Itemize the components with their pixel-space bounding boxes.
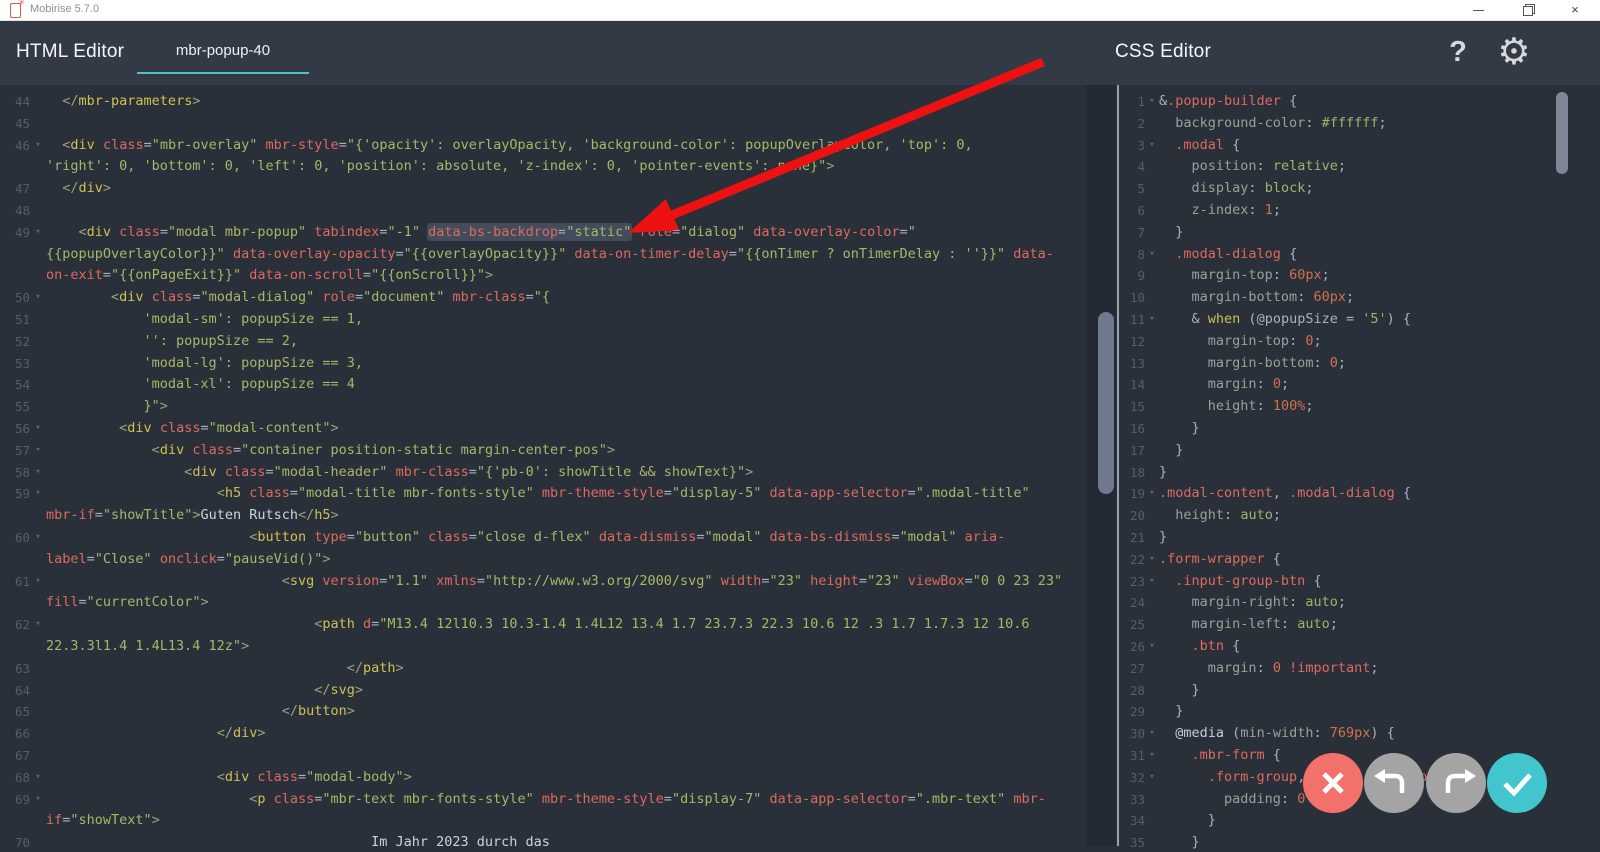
code-line: 25 margin-left: auto;	[1119, 614, 1600, 636]
code-line: 7 }	[1119, 222, 1600, 244]
code-line: 10 margin-bottom: 60px;	[1119, 287, 1600, 309]
code-line: 3▾ .modal {	[1119, 135, 1600, 157]
code-line: 48	[0, 200, 1085, 222]
code-line: 61▾ <svg version="1.1" xmlns="http://www…	[0, 571, 1085, 615]
code-line: 60▾ <button type="button" class="close d…	[0, 527, 1085, 571]
code-line: 66 </div>	[0, 723, 1085, 745]
code-line: 28 }	[1119, 680, 1600, 702]
minimize-button[interactable]	[1462, 0, 1496, 20]
code-line: 18}	[1119, 462, 1600, 484]
header: HTML Editor mbr-popup-40 CSS Editor ? ⚙	[0, 20, 1600, 85]
code-line: 70 Im Jahr 2023 durch das	[0, 832, 1085, 852]
code-line: 9 margin-top: 60px;	[1119, 265, 1600, 287]
code-line: 1▾&.popup-builder {	[1119, 91, 1600, 113]
html-code-editor[interactable]: 44 </mbr-parameters>45 46▾ <div class="m…	[0, 85, 1085, 852]
code-line: 30▾ @media (min-width: 769px) {	[1119, 723, 1600, 745]
check-icon	[1487, 753, 1547, 813]
code-line: 26▾ .btn {	[1119, 636, 1600, 658]
code-line: 6 z-index: 1;	[1119, 200, 1600, 222]
css-code-editor[interactable]: 1▾&.popup-builder {2 background-color: #…	[1119, 85, 1600, 852]
code-line: 59▾ <h5 class="modal-title mbr-fonts-sty…	[0, 483, 1085, 527]
close-window-button[interactable]: ×	[1558, 0, 1592, 20]
settings-button[interactable]: ⚙	[1492, 28, 1536, 76]
code-line: 11▾ & when (@popupSize = '5') {	[1119, 309, 1600, 331]
code-line: 63 </path>	[0, 658, 1085, 680]
code-line: 2 background-color: #ffffff;	[1119, 113, 1600, 135]
help-icon: ?	[1449, 36, 1467, 68]
code-line: 46▾ <div class="mbr-overlay" mbr-style="…	[0, 135, 1085, 179]
code-line: 67	[0, 745, 1085, 767]
code-line: 23▾ .input-group-btn {	[1119, 571, 1600, 593]
code-line: 34 }	[1119, 810, 1600, 832]
css-editor-scrollbar-thumb[interactable]	[1556, 92, 1568, 174]
code-line: 49▾ <div class="modal mbr-popup" tabinde…	[0, 222, 1085, 287]
code-line: 45	[0, 113, 1085, 135]
code-line: 19▾.modal-content, .modal-dialog {	[1119, 483, 1600, 505]
mobirise-window: { "titlebar": { "app_title": "Mobirise 5…	[0, 0, 1600, 846]
html-editor-title: HTML Editor	[16, 41, 124, 63]
mobirise-logo-icon	[10, 3, 21, 18]
help-button[interactable]: ?	[1440, 32, 1476, 72]
tab-mbr-popup-40[interactable]: mbr-popup-40	[137, 34, 309, 74]
code-line: 68▾ <div class="modal-body">	[0, 767, 1085, 789]
code-line: 47 </div>	[0, 178, 1085, 200]
code-line: 17 }	[1119, 440, 1600, 462]
code-line: 64 </svg>	[0, 680, 1085, 702]
css-editor-title: CSS Editor	[1115, 41, 1211, 63]
titlebar: Mobirise 5.7.0 ×	[0, 0, 1600, 21]
code-line: 16 }	[1119, 418, 1600, 440]
code-line: 62▾ <path d="M13.4 12l10.3 10.3-1.4 1.4L…	[0, 614, 1085, 658]
maximize-button[interactable]	[1511, 0, 1545, 20]
code-line: 69▾ <p class="mbr-text mbr-fonts-style" …	[0, 789, 1085, 833]
code-line: 29 }	[1119, 701, 1600, 723]
code-line: 13 margin-bottom: 0;	[1119, 353, 1600, 375]
undo-button[interactable]	[1364, 753, 1424, 813]
code-line: 58▾ <div class="modal-header" mbr-class=…	[0, 462, 1085, 484]
code-line: 20 height: auto;	[1119, 505, 1600, 527]
code-line: 5 display: block;	[1119, 178, 1600, 200]
code-line: 21}	[1119, 527, 1600, 549]
code-line: 8▾ .modal-dialog {	[1119, 244, 1600, 266]
cancel-button[interactable]	[1303, 753, 1363, 813]
code-line: 27 margin: 0 !important;	[1119, 658, 1600, 680]
redo-icon	[1426, 753, 1486, 813]
code-line: 54 'modal-xl': popupSize == 4	[0, 374, 1085, 396]
code-line: 12 margin-top: 0;	[1119, 331, 1600, 353]
code-line: 55 }">	[0, 396, 1085, 418]
code-line: 4 position: relative;	[1119, 156, 1600, 178]
confirm-button[interactable]	[1487, 753, 1547, 813]
app-title: Mobirise 5.7.0	[30, 3, 99, 15]
code-line: 50▾ <div class="modal-dialog" role="docu…	[0, 287, 1085, 309]
code-line: 53 'modal-lg': popupSize == 3,	[0, 353, 1085, 375]
code-line: 15 height: 100%;	[1119, 396, 1600, 418]
redo-button[interactable]	[1426, 753, 1486, 813]
code-line: 56▾ <div class="modal-content">	[0, 418, 1085, 440]
code-line: 14 margin: 0;	[1119, 374, 1600, 396]
code-line: 57▾ <div class="container position-stati…	[0, 440, 1085, 462]
code-line: 65 </button>	[0, 701, 1085, 723]
code-line: 35 }	[1119, 832, 1600, 852]
code-line: 52 '': popupSize == 2,	[0, 331, 1085, 353]
close-window-icon: ×	[1571, 2, 1579, 17]
code-line: 24 margin-right: auto;	[1119, 592, 1600, 614]
html-editor-scrollbar-thumb[interactable]	[1098, 312, 1114, 494]
code-line: 51 'modal-sm': popupSize == 1,	[0, 309, 1085, 331]
gear-icon: ⚙	[1497, 31, 1530, 72]
code-line: 22▾.form-wrapper {	[1119, 549, 1600, 571]
undo-icon	[1364, 753, 1424, 813]
close-icon	[1303, 753, 1363, 813]
code-line: 44 </mbr-parameters>	[0, 91, 1085, 113]
minimize-icon	[1473, 10, 1484, 11]
